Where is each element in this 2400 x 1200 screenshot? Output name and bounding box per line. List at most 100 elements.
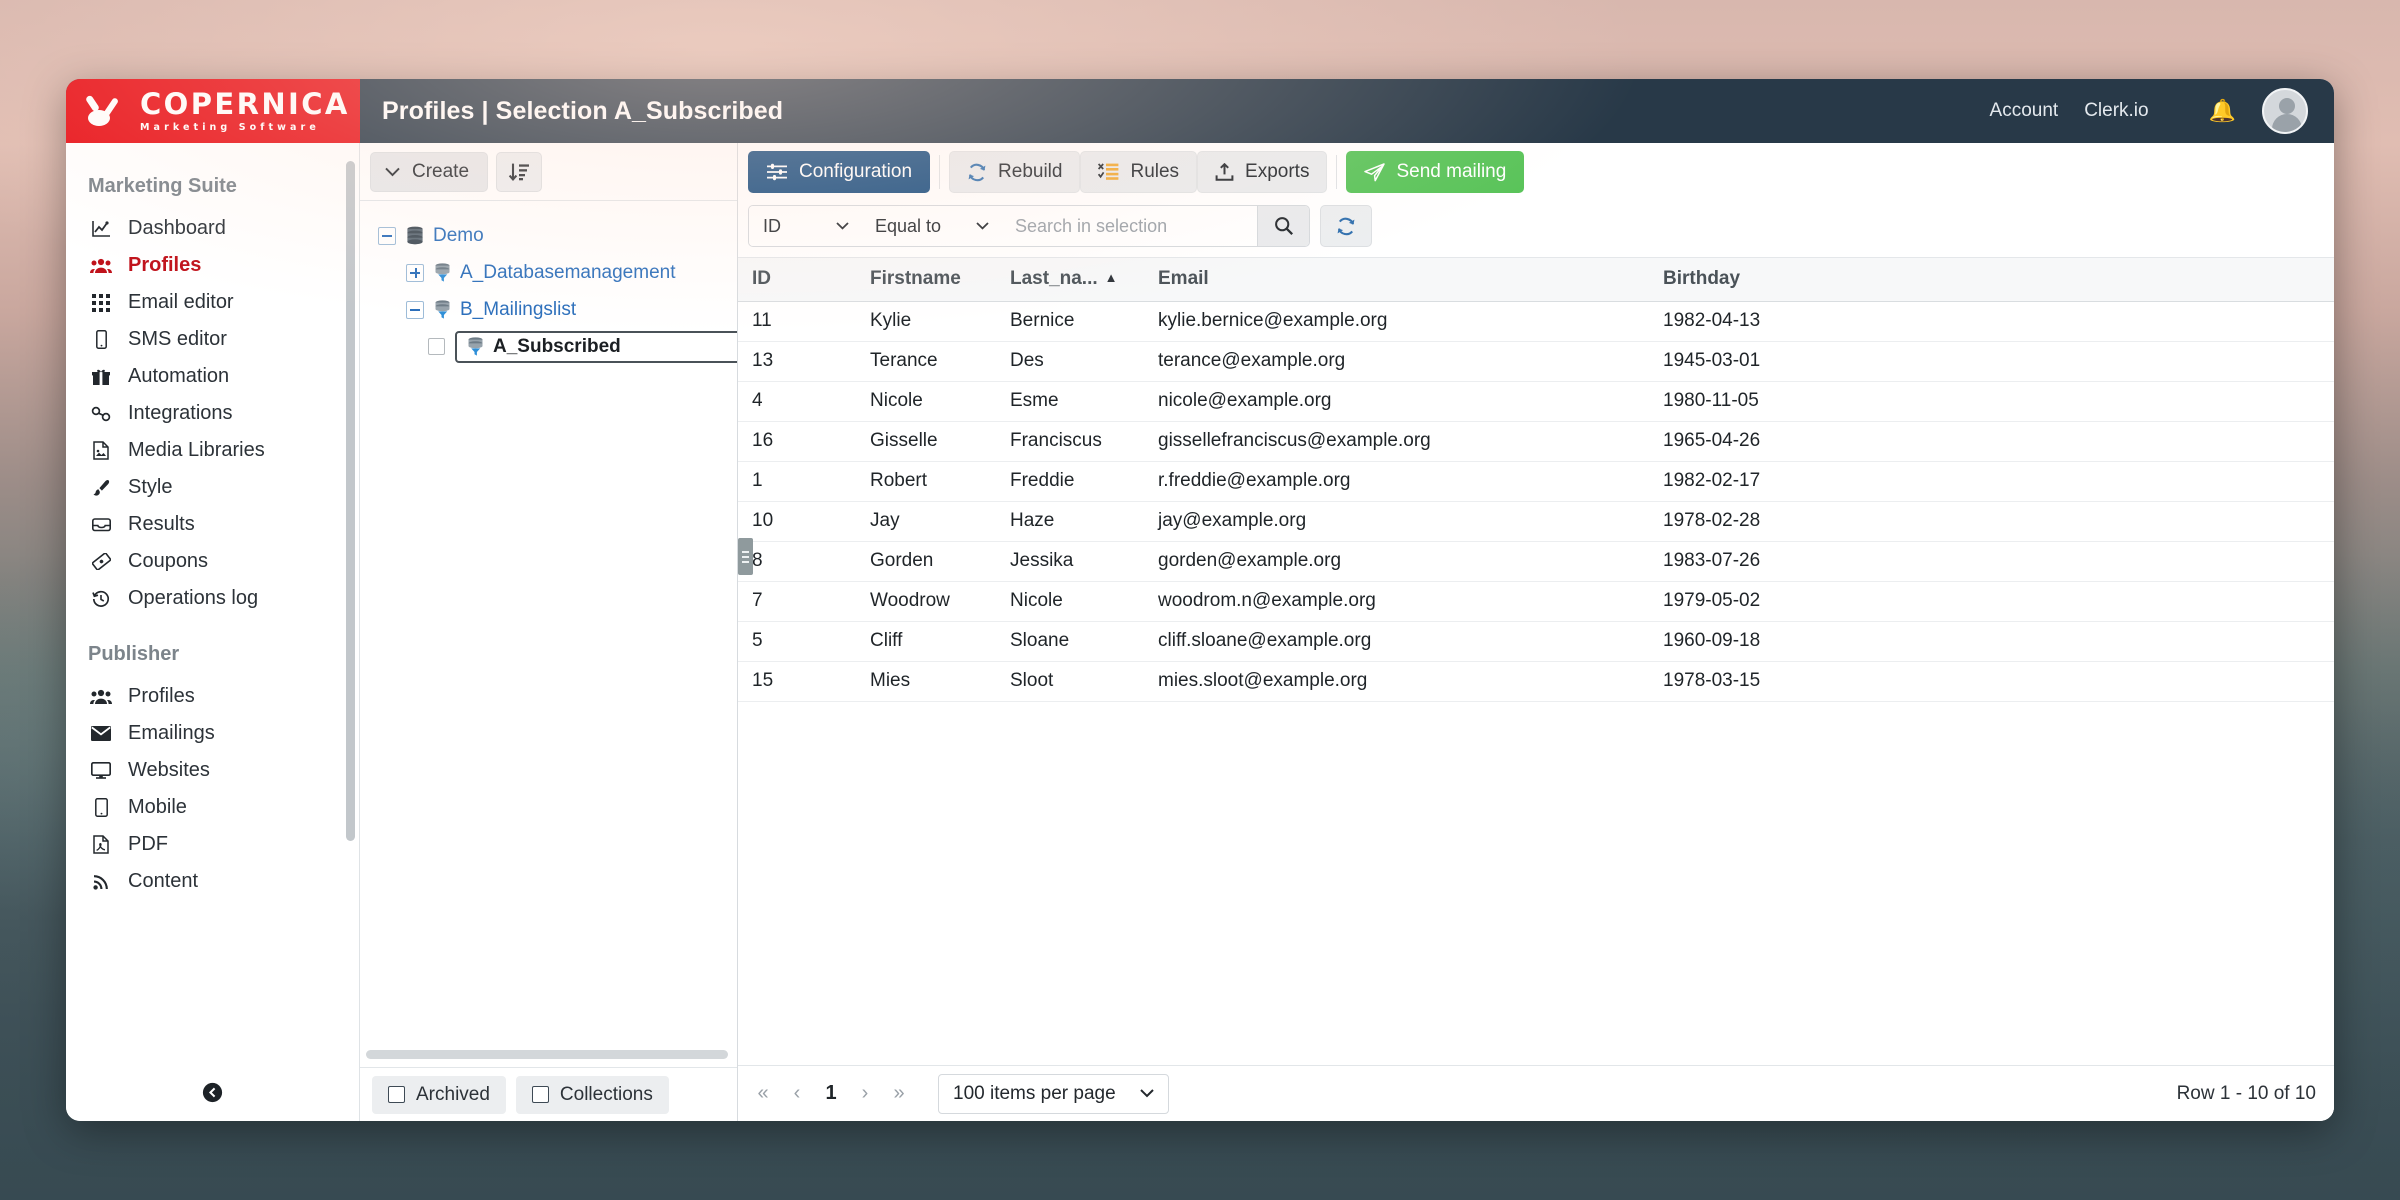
sidebar-item-profiles[interactable]: Profiles	[66, 247, 359, 284]
rules-button[interactable]: Rules	[1080, 151, 1197, 193]
sidebar-item-label: Websites	[128, 759, 210, 782]
sidebar-item-coupons[interactable]: Coupons	[66, 543, 359, 580]
refresh-button[interactable]	[1320, 205, 1372, 247]
items-per-page-select[interactable]: 100 items per page	[938, 1074, 1169, 1114]
sidebar-item-label: Mobile	[128, 796, 187, 819]
ticket-icon	[88, 553, 114, 570]
cell-email: kylie.bernice@example.org	[1144, 302, 1649, 342]
table-row[interactable]: 16GisselleFranciscusgissellefranciscus@e…	[738, 422, 2334, 462]
tree-toggle-plus-icon[interactable]	[406, 264, 424, 282]
sidebar-item-style[interactable]: Style	[66, 469, 359, 506]
tree-node-a-subscribed[interactable]: A_Subscribed	[360, 328, 737, 365]
filter-bar: ID Equal to	[738, 201, 2334, 257]
rss-icon	[88, 873, 114, 890]
cell-id: 13	[738, 342, 856, 382]
table-row[interactable]: 7WoodrowNicolewoodrom.n@example.org1979-…	[738, 582, 2334, 622]
cell-email: gissellefranciscus@example.org	[1144, 422, 1649, 462]
cell-birthday: 1978-03-15	[1649, 662, 2334, 702]
pagination-prev[interactable]: ‹	[780, 1076, 814, 1112]
send-mailing-button[interactable]: Send mailing	[1346, 151, 1524, 193]
table-row[interactable]: 1RobertFreddier.freddie@example.org1982-…	[738, 462, 2334, 502]
gift-icon	[88, 368, 114, 386]
column-header-lastname[interactable]: Last_na...▲	[996, 258, 1144, 302]
sort-button[interactable]	[496, 152, 542, 192]
filter-field-select[interactable]: ID	[749, 206, 861, 246]
column-header-id[interactable]: ID	[738, 258, 856, 302]
pagination-first[interactable]: «	[746, 1076, 780, 1112]
rebuild-button[interactable]: Rebuild	[949, 151, 1080, 193]
notifications-bell-icon[interactable]: 🔔	[2209, 100, 2236, 122]
table-body: 11KylieBernicekylie.bernice@example.org1…	[738, 302, 2334, 702]
chart-line-icon	[88, 220, 114, 237]
pagination-last[interactable]: »	[882, 1076, 916, 1112]
sidebar-item-websites[interactable]: Websites	[66, 752, 359, 789]
avatar[interactable]	[2262, 88, 2308, 134]
tree-node-b-mailingslist[interactable]: B_Mailingslist	[360, 291, 737, 328]
tree-toggle-minus-icon[interactable]	[378, 227, 396, 245]
collections-checkbox[interactable]: Collections	[516, 1076, 669, 1114]
sidebar-item-label: Emailings	[128, 722, 215, 745]
tree-node-a-databasemanagement[interactable]: A_Databasemanagement	[360, 254, 737, 291]
sidebar-item-content[interactable]: Content	[66, 863, 359, 900]
create-button[interactable]: Create	[370, 152, 488, 192]
sidebar-item-results[interactable]: Results	[66, 506, 359, 543]
table-header-row: ID Firstname Last_na...▲ Email Birthday	[738, 258, 2334, 302]
sidebar-collapse-button[interactable]	[66, 1068, 359, 1121]
sidebar-item-email-editor[interactable]: Email editor	[66, 284, 359, 321]
organization-link[interactable]: Clerk.io	[2084, 100, 2148, 122]
account-link[interactable]: Account	[1990, 100, 2059, 122]
sidebar-item-automation[interactable]: Automation	[66, 358, 359, 395]
sidebar-item-label: Email editor	[128, 291, 234, 314]
sidebar-scrollbar[interactable]	[346, 161, 355, 841]
table-row[interactable]: 5CliffSloanecliff.sloane@example.org1960…	[738, 622, 2334, 662]
application-window: COPERNICA Marketing Software Profiles | …	[66, 79, 2334, 1121]
filter-controls: ID Equal to	[748, 205, 1310, 247]
exports-button[interactable]: Exports	[1197, 151, 1327, 193]
sidebar-item-sms-editor[interactable]: SMS editor	[66, 321, 359, 358]
column-header-birthday[interactable]: Birthday	[1649, 258, 2334, 302]
cell-id: 15	[738, 662, 856, 702]
cell-email: woodrom.n@example.org	[1144, 582, 1649, 622]
sidebar-item-integrations[interactable]: Integrations	[66, 395, 359, 432]
column-drag-handle[interactable]	[738, 538, 753, 575]
history-icon	[88, 590, 114, 608]
page-title: Profiles | Selection A_Subscribed	[360, 79, 1990, 143]
search-input[interactable]	[1001, 206, 1257, 246]
tree-toggle-minus-icon[interactable]	[406, 301, 424, 319]
column-header-email[interactable]: Email	[1144, 258, 1649, 302]
table-row[interactable]: 15MiesSlootmies.sloot@example.org1978-03…	[738, 662, 2334, 702]
search-button[interactable]	[1257, 206, 1309, 246]
tree-horizontal-scrollbar[interactable]	[366, 1050, 728, 1059]
table-row[interactable]: 13TeranceDesterance@example.org1945-03-0…	[738, 342, 2334, 382]
cell-lastname: Esme	[996, 382, 1144, 422]
table-row[interactable]: 10JayHazejay@example.org1978-02-28	[738, 502, 2334, 542]
configuration-button[interactable]: Configuration	[748, 151, 930, 193]
sidebar-group-title-publisher: Publisher	[66, 617, 359, 678]
filter-operator-select[interactable]: Equal to	[861, 206, 1001, 246]
cell-firstname: Woodrow	[856, 582, 996, 622]
copernica-mark-icon	[86, 93, 128, 129]
tree-node-label: A_Subscribed	[493, 336, 621, 358]
pagination-current-page[interactable]: 1	[814, 1076, 848, 1112]
sidebar-item-pdf[interactable]: PDF	[66, 826, 359, 863]
table-row[interactable]: 11KylieBernicekylie.bernice@example.org1…	[738, 302, 2334, 342]
sidebar-item-label: Profiles	[128, 254, 201, 277]
sidebar-item-dashboard[interactable]: Dashboard	[66, 210, 359, 247]
table-row[interactable]: 8GordenJessikagorden@example.org1983-07-…	[738, 542, 2334, 582]
sidebar-item-media-libraries[interactable]: Media Libraries	[66, 432, 359, 469]
tree-node-checkbox[interactable]	[428, 338, 445, 355]
tree-node-demo[interactable]: Demo	[360, 217, 737, 254]
sidebar-item-emailings[interactable]: Emailings	[66, 715, 359, 752]
sidebar-item-label: Media Libraries	[128, 439, 265, 462]
magnifier-icon	[1274, 216, 1294, 236]
sidebar-item-operations-log[interactable]: Operations log	[66, 580, 359, 617]
sidebar-item-mobile[interactable]: Mobile	[66, 789, 359, 826]
column-header-firstname[interactable]: Firstname	[856, 258, 996, 302]
table-row[interactable]: 4NicoleEsmenicole@example.org1980-11-05	[738, 382, 2334, 422]
pagination-next[interactable]: ›	[848, 1076, 882, 1112]
sidebar-item-publisher-profiles[interactable]: Profiles	[66, 678, 359, 715]
copernica-logo[interactable]: COPERNICA Marketing Software	[66, 79, 360, 143]
checkbox-box	[388, 1086, 405, 1103]
archived-checkbox[interactable]: Archived	[372, 1076, 506, 1114]
cell-birthday: 1983-07-26	[1649, 542, 2334, 582]
